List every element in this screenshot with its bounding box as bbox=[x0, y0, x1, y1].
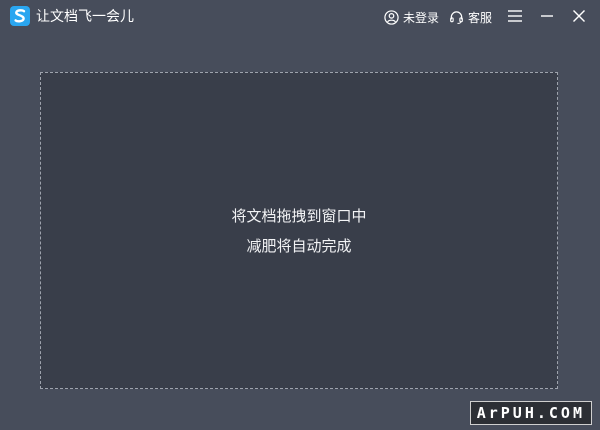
drop-hint-line-2: 减肥将自动完成 bbox=[246, 236, 352, 255]
close-button[interactable] bbox=[566, 4, 592, 30]
headset-icon bbox=[449, 9, 465, 25]
title-bar-controls: 未登录 客服 bbox=[384, 0, 600, 34]
title-bar[interactable]: 让文档飞一会儿 未登录 客服 bbox=[0, 0, 600, 34]
app-logo-icon bbox=[10, 6, 30, 26]
drop-hint-line-1: 将文档拖拽到窗口中 bbox=[231, 206, 367, 225]
user-circle-icon bbox=[384, 9, 400, 25]
close-icon bbox=[572, 8, 586, 27]
customer-service-button[interactable]: 客服 bbox=[449, 9, 492, 26]
watermark-logo: ArPUH.COM bbox=[469, 401, 592, 425]
login-button[interactable]: 未登录 bbox=[384, 9, 439, 26]
minimize-button[interactable] bbox=[534, 4, 560, 30]
login-label: 未登录 bbox=[402, 10, 439, 25]
file-drop-zone[interactable]: 将文档拖拽到窗口中 减肥将自动完成 bbox=[40, 72, 558, 389]
service-label: 客服 bbox=[467, 10, 492, 25]
app-title: 让文档飞一会儿 bbox=[36, 9, 134, 25]
hamburger-menu-icon bbox=[507, 8, 523, 27]
menu-button[interactable] bbox=[502, 4, 528, 30]
minimize-icon bbox=[540, 8, 554, 27]
app-window: 让文档飞一会儿 未登录 客服 将文档拖拽到窗口中 减肥将自动完成 ArPUH.C… bbox=[0, 0, 600, 430]
